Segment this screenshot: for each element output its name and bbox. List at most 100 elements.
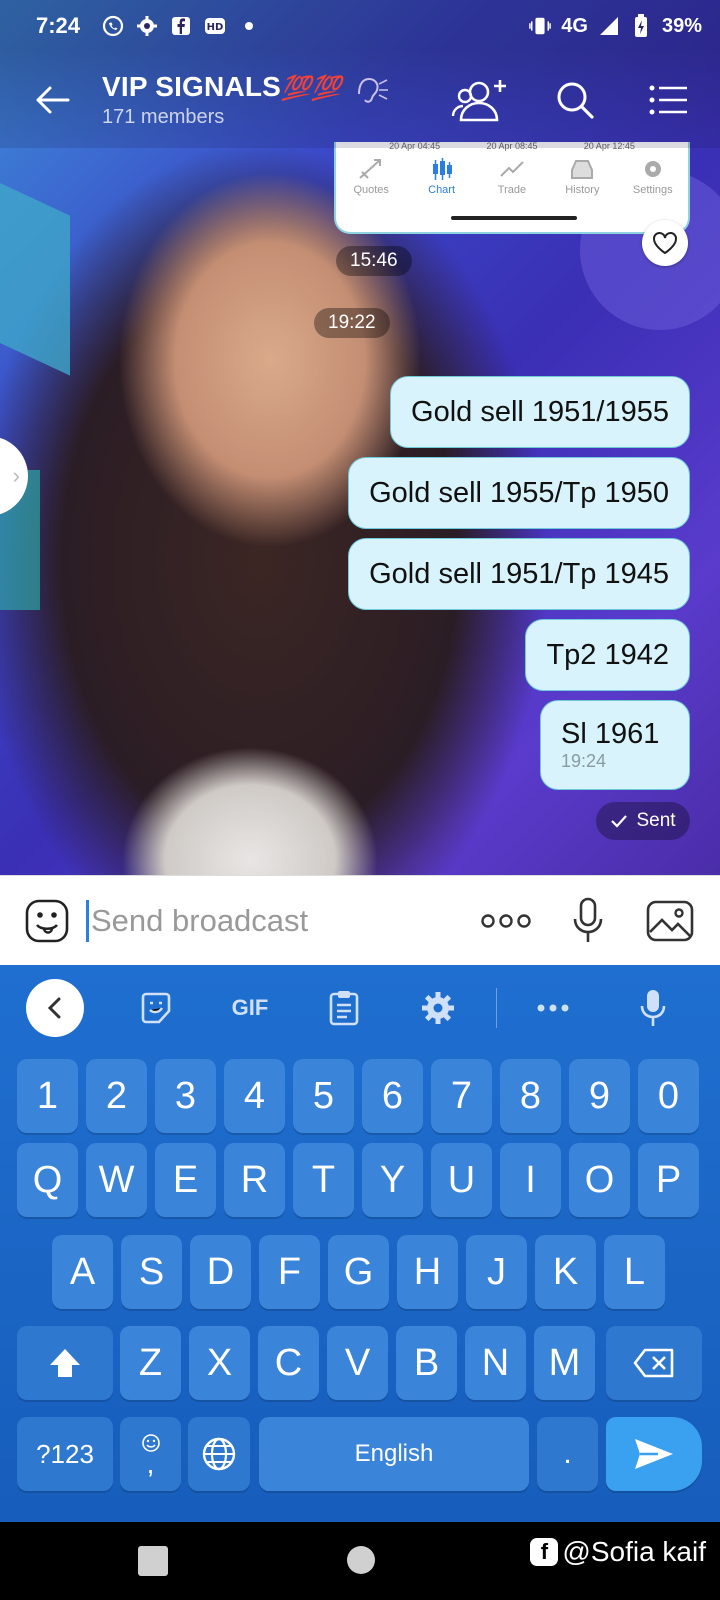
image-tab-label: Quotes — [353, 184, 389, 196]
attach-image-button[interactable] — [642, 893, 698, 949]
list-menu-icon — [649, 85, 687, 115]
shift-key[interactable] — [17, 1326, 113, 1400]
key-l[interactable]: L — [604, 1235, 665, 1309]
language-key[interactable] — [188, 1417, 250, 1491]
soft-keyboard: GIF 1234567890 QWERTYUIOP ASDFGHJKL ZXCV… — [0, 965, 720, 1522]
message-text: Tp2 1942 — [546, 638, 669, 671]
space-bar[interactable]: English — [259, 1417, 529, 1491]
gear-icon — [644, 161, 661, 177]
key-t[interactable]: T — [293, 1143, 354, 1217]
back-button[interactable] — [24, 72, 80, 128]
home-button[interactable] — [347, 1546, 375, 1574]
key-9[interactable]: 9 — [569, 1059, 630, 1133]
key-2[interactable]: 2 — [86, 1059, 147, 1133]
key-8[interactable]: 8 — [500, 1059, 561, 1133]
key-i[interactable]: I — [500, 1143, 561, 1217]
status-time: 7:24 — [36, 13, 81, 38]
message-bubble[interactable]: Sl 1961 19:24 — [540, 700, 690, 790]
image-tab-label: Chart — [428, 184, 456, 196]
react-heart-button[interactable] — [642, 220, 688, 266]
gif-button[interactable]: GIF — [220, 978, 280, 1038]
key-3[interactable]: 3 — [155, 1059, 216, 1133]
message-bubble[interactable]: Gold sell 1955/Tp 1950 — [348, 457, 690, 529]
message-text: Gold sell 1955/Tp 1950 — [369, 476, 669, 509]
key-e[interactable]: E — [155, 1143, 216, 1217]
key-5[interactable]: 5 — [293, 1059, 354, 1133]
clipboard-button[interactable] — [314, 978, 374, 1038]
keyboard-collapse-button[interactable] — [26, 978, 84, 1037]
battery-percent: 39% — [661, 14, 702, 37]
shift-arrow-icon — [50, 1349, 80, 1377]
chat-title: VIP SIGNALS💯💯 — [102, 71, 389, 104]
key-g[interactable]: G — [328, 1235, 389, 1309]
emoji-comma-key[interactable]: , — [120, 1417, 181, 1491]
trade-icon — [500, 161, 524, 177]
settings-gear-icon — [136, 15, 158, 37]
key-f[interactable]: F — [259, 1235, 320, 1309]
network-type: 4G — [561, 14, 588, 37]
message-input[interactable]: Send broadcast — [86, 896, 466, 946]
heart-icon — [653, 232, 677, 255]
key-j[interactable]: J — [466, 1235, 527, 1309]
key-b[interactable]: B — [396, 1326, 457, 1400]
key-1[interactable]: 1 — [17, 1059, 78, 1133]
key-y[interactable]: Y — [362, 1143, 423, 1217]
key-0[interactable]: 0 — [638, 1059, 699, 1133]
key-h[interactable]: H — [397, 1235, 458, 1309]
key-p[interactable]: P — [638, 1143, 699, 1217]
key-6[interactable]: 6 — [362, 1059, 423, 1133]
key-k[interactable]: K — [535, 1235, 596, 1309]
checkmark-icon — [611, 815, 628, 828]
message-bubble[interactable]: Gold sell 1951/Tp 1945 — [348, 538, 690, 610]
add-member-button[interactable] — [450, 72, 512, 128]
backspace-key[interactable] — [606, 1326, 702, 1400]
more-options-button[interactable] — [478, 893, 534, 949]
emoji-button[interactable] — [22, 896, 72, 946]
key-o[interactable]: O — [569, 1143, 630, 1217]
keyboard-settings-button[interactable] — [408, 978, 468, 1038]
dots-icon — [537, 1004, 569, 1011]
voice-record-button[interactable] — [560, 893, 616, 949]
key-q[interactable]: Q — [17, 1143, 78, 1217]
smiley-tongue-icon — [25, 899, 69, 942]
key-z[interactable]: Z — [120, 1326, 181, 1400]
key-w[interactable]: W — [86, 1143, 147, 1217]
clipboard-icon — [329, 990, 359, 1025]
comma-label: , — [146, 1448, 155, 1479]
key-n[interactable]: N — [465, 1326, 526, 1400]
key-7[interactable]: 7 — [431, 1059, 492, 1133]
sticker-button[interactable] — [126, 978, 186, 1038]
message-bubble[interactable]: Gold sell 1951/1955 — [390, 376, 690, 448]
key-u[interactable]: U — [431, 1143, 492, 1217]
toolbar-divider — [496, 987, 497, 1028]
key-v[interactable]: V — [327, 1326, 388, 1400]
message-text: Gold sell 1951/Tp 1945 — [369, 557, 669, 590]
send-key[interactable] — [606, 1417, 702, 1491]
message-bubble[interactable]: Tp2 1942 — [525, 619, 690, 691]
period-key[interactable]: . — [537, 1417, 598, 1491]
voice-input-button[interactable] — [623, 978, 683, 1038]
image-tab-history: History — [552, 158, 612, 196]
key-s[interactable]: S — [121, 1235, 182, 1309]
symbols-key[interactable]: ?123 — [17, 1417, 113, 1491]
key-x[interactable]: X — [189, 1326, 250, 1400]
keyboard-more-button[interactable] — [523, 978, 583, 1038]
shared-image-message[interactable]: 20 Apr 04:45 20 Apr 08:45 20 Apr 12:45 Q… — [334, 142, 690, 234]
menu-button[interactable] — [638, 72, 700, 128]
key-m[interactable]: M — [534, 1326, 595, 1400]
chat-info[interactable]: VIP SIGNALS💯💯 171 members — [102, 71, 389, 129]
key-4[interactable]: 4 — [224, 1059, 285, 1133]
key-a[interactable]: A — [52, 1235, 113, 1309]
microphone-icon — [640, 989, 666, 1026]
compose-bar: Send broadcast — [0, 875, 720, 965]
three-dots-icon — [481, 913, 531, 928]
title-emoji: 💯💯 — [281, 75, 342, 103]
key-d[interactable]: D — [190, 1235, 251, 1309]
key-r[interactable]: R — [224, 1143, 285, 1217]
recents-button[interactable] — [138, 1546, 168, 1576]
gear-icon — [422, 991, 454, 1024]
key-c[interactable]: C — [258, 1326, 319, 1400]
backspace-icon — [633, 1348, 674, 1378]
search-button[interactable] — [544, 72, 606, 128]
number-row: 1234567890 — [0, 1059, 720, 1133]
